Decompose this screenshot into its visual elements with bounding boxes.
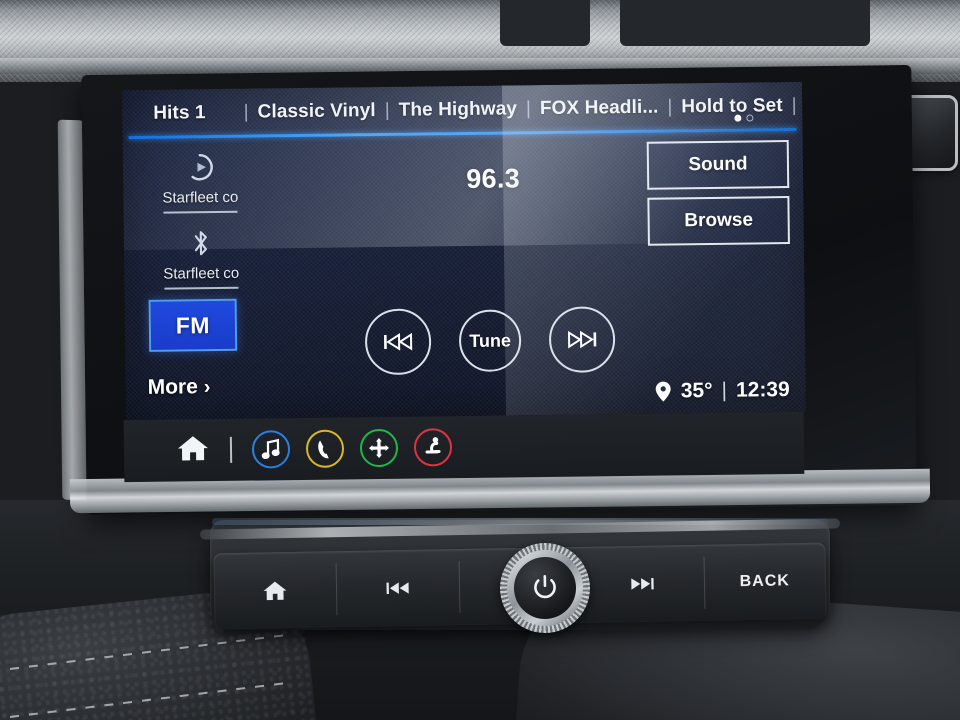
tab-separator: | [243, 101, 249, 123]
dock-climate-seat-button[interactable] [413, 428, 453, 467]
power-icon [534, 575, 556, 599]
fm-label: FM [175, 311, 211, 339]
clock-value: 12:39 [735, 378, 790, 402]
dock-media-button[interactable] [251, 430, 291, 469]
music-note-icon [261, 438, 280, 460]
tune-button[interactable]: Tune [458, 309, 522, 373]
chevron-right-icon: › [203, 375, 211, 398]
more-button[interactable]: More › [148, 374, 294, 400]
status-separator: | [721, 378, 728, 402]
tune-label: Tune [469, 329, 512, 351]
source-underline [164, 286, 239, 290]
source-underline [163, 210, 238, 214]
skip-back-icon [384, 332, 413, 351]
source-label: Starfleet co [163, 264, 240, 283]
sound-label: Sound [688, 153, 748, 176]
source-item-fm[interactable]: FM [148, 298, 238, 352]
dock-phone-button[interactable] [305, 429, 345, 468]
more-label: More [147, 375, 198, 399]
tab-fox-headlines[interactable]: FOX Headli... [531, 97, 668, 121]
browse-label: Browse [684, 209, 754, 232]
source-item-bluetooth[interactable]: Starfleet co [142, 222, 261, 290]
next-station-button[interactable] [548, 306, 616, 373]
infotainment-display[interactable]: Hits 1 | Classic Vinyl | The Highway | F… [122, 81, 806, 421]
skip-back-icon [386, 582, 409, 595]
phone-icon [317, 440, 329, 458]
previous-station-button[interactable] [364, 308, 432, 376]
tab-separator: | [384, 99, 390, 121]
browse-button[interactable]: Browse [647, 196, 790, 246]
preset-tab-bar[interactable]: Hits 1 | Classic Vinyl | The Highway | F… [122, 86, 802, 134]
dock-home-button[interactable] [176, 433, 210, 468]
tab-classic-vinyl[interactable]: Classic Vinyl [248, 100, 384, 124]
skip-forward-icon [631, 577, 655, 590]
directions-icon [369, 438, 390, 459]
page-dot-inactive [746, 114, 754, 122]
hw-previous-track-button[interactable] [336, 549, 460, 627]
status-bar: 35° | 12:39 [655, 378, 790, 404]
sound-button[interactable]: Sound [646, 140, 790, 190]
tab-separator: | [667, 96, 673, 118]
dock-divider [229, 436, 233, 463]
app-dock[interactable] [123, 411, 805, 483]
hw-next-track-button[interactable] [581, 545, 705, 623]
tab-separator: | [791, 94, 797, 116]
power-volume-knob[interactable] [499, 542, 591, 634]
tab-hold-to-set[interactable]: Hold to Set [672, 95, 792, 118]
transport-controls[interactable]: Tune [364, 306, 616, 376]
home-icon [263, 581, 287, 600]
tab-the-highway[interactable]: The Highway [390, 98, 527, 122]
page-indicator [734, 114, 754, 122]
location-pin-icon [655, 381, 671, 402]
dashboard-scene: Hits 1 | Classic Vinyl | The Highway | F… [0, 0, 960, 720]
seat-icon [425, 437, 441, 454]
home-icon [177, 435, 208, 460]
page-dot-active [734, 114, 742, 122]
temperature-value: 35° [680, 378, 713, 403]
dash-vent-left [500, 0, 590, 46]
hw-home-button[interactable] [213, 551, 337, 629]
tab-hits-1[interactable]: Hits 1 [144, 102, 244, 125]
side-button-group[interactable]: Sound Browse [646, 140, 790, 246]
dock-navigation-button[interactable] [359, 428, 399, 468]
tab-separator: | [525, 98, 532, 120]
skip-forward-icon [567, 330, 597, 349]
dash-vent-right [620, 0, 870, 46]
hw-back-button[interactable]: BACK [703, 543, 827, 621]
bluetooth-icon [190, 223, 212, 263]
